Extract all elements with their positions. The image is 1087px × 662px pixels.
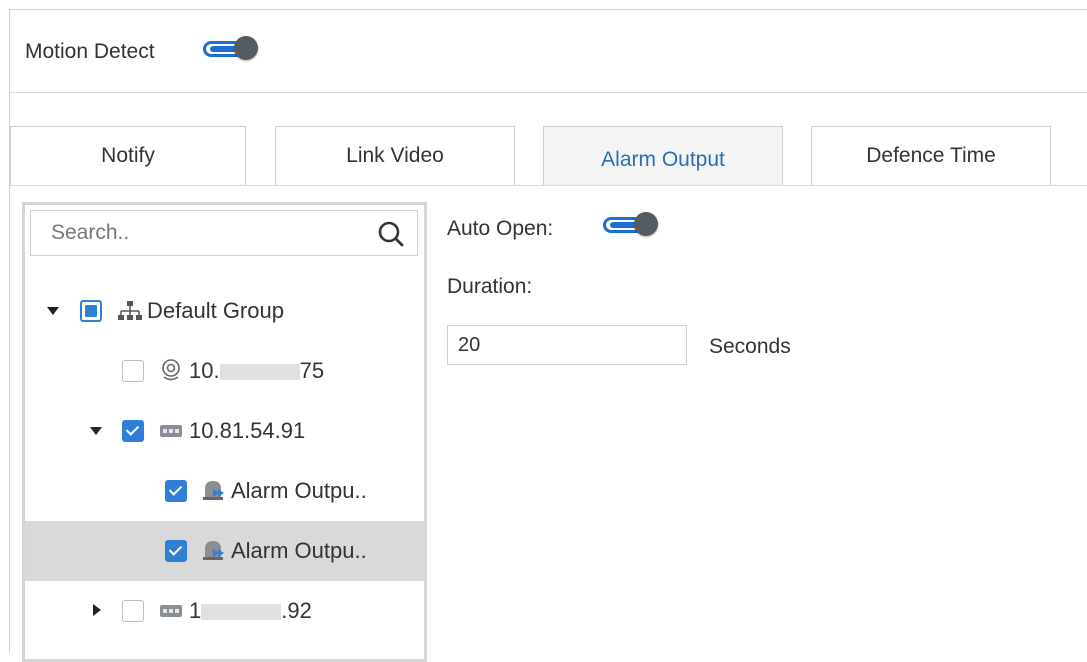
alarm-output-icon: [203, 541, 224, 560]
tree-checkbox[interactable]: [165, 540, 187, 562]
tree-checkbox[interactable]: [122, 420, 144, 442]
ip-suffix: .92: [281, 598, 312, 623]
nvr-device-icon: [160, 605, 182, 617]
motion-detect-toggle[interactable]: [200, 36, 258, 60]
ip-suffix: 75: [299, 358, 325, 383]
tree-item-alarm-output[interactable]: Alarm Outpu..: [25, 521, 424, 581]
expand-arrow-icon[interactable]: [47, 307, 59, 315]
toggle-knob: [634, 212, 658, 236]
motion-detect-panel: Motion Detect Notify Link Video Alarm Ou…: [9, 9, 1087, 662]
header-row: Motion Detect: [10, 10, 1087, 93]
nvr-device-icon: [160, 425, 182, 437]
tabs-divider: [10, 185, 1087, 186]
tree-checkbox[interactable]: [122, 360, 144, 382]
tree-item-label: 10. 75: [189, 358, 324, 384]
tab-defence-time[interactable]: Defence Time: [811, 126, 1051, 185]
auto-open-toggle[interactable]: [600, 212, 658, 236]
tree-item-alarm-output[interactable]: Alarm Outpu..: [25, 461, 424, 521]
expand-arrow-icon[interactable]: [93, 604, 101, 616]
duration-input[interactable]: [447, 325, 687, 365]
org-tree-icon: [118, 301, 142, 320]
tree-item-label: Alarm Outpu..: [231, 538, 367, 563]
tab-notify[interactable]: Notify: [10, 126, 246, 185]
camera-icon: [162, 359, 180, 381]
tree-checkbox[interactable]: [80, 300, 102, 322]
duration-unit-label: Seconds: [709, 335, 791, 358]
tree-checkbox[interactable]: [165, 480, 187, 502]
device-tree-panel: Default Group 10.75 10.81.54: [22, 202, 427, 662]
search-input[interactable]: [31, 211, 381, 255]
alarm-output-icon: [203, 481, 224, 500]
tab-alarm-output[interactable]: Alarm Output: [543, 126, 783, 185]
tree-item-camera[interactable]: 10. 75: [25, 341, 424, 401]
tree-item-label: 1.92: [189, 598, 312, 624]
duration-label: Duration:: [447, 275, 533, 298]
motion-detect-title: Motion Detect: [25, 40, 155, 63]
redacted-ip-segment: [219, 364, 300, 381]
tree-item-label: Alarm Outpu..: [231, 478, 367, 503]
tree-item-label: Default Group: [147, 298, 284, 323]
ip-prefix: 10.: [189, 358, 220, 383]
tree-item-default-group[interactable]: Default Group: [25, 281, 424, 341]
toggle-knob: [234, 36, 258, 60]
auto-open-label: Auto Open:: [447, 217, 554, 240]
tab-link-video[interactable]: Link Video: [275, 126, 515, 185]
ip-prefix: 1: [189, 598, 202, 623]
search-icon[interactable]: [377, 220, 405, 248]
tree-checkbox[interactable]: [122, 600, 144, 622]
expand-arrow-icon[interactable]: [90, 427, 102, 435]
redacted-ip-segment: [201, 604, 282, 621]
tree-item-device[interactable]: 10.81.54.91: [25, 401, 424, 461]
tree-item-label: 10.81.54.91: [189, 418, 306, 443]
tree-item-device[interactable]: 1.92: [25, 581, 424, 641]
search-box: [30, 210, 418, 256]
